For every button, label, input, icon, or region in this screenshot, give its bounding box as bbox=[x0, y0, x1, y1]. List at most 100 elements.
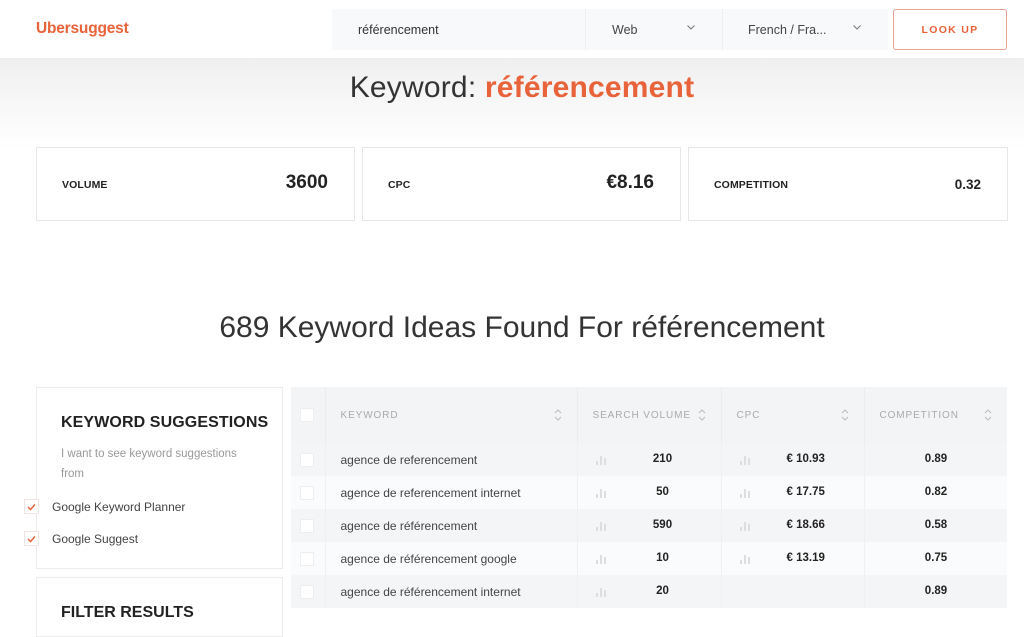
sort-icon[interactable] bbox=[554, 408, 562, 422]
competition-cell: 0.89 bbox=[864, 575, 1007, 608]
cpc-label: CPC bbox=[388, 179, 411, 191]
sort-icon[interactable] bbox=[984, 408, 992, 422]
keyword-ideas-table: KEYWORD SEARCH VOLUME CPC COMPETITION ag… bbox=[291, 387, 1007, 608]
option-label: Google Suggest bbox=[52, 531, 139, 546]
cpc-cell: € 17.75 bbox=[721, 476, 865, 509]
volume-cell: 50 bbox=[577, 476, 722, 509]
check-icon bbox=[27, 503, 36, 511]
cpc-cell bbox=[721, 575, 865, 608]
competition-value: 0.82 bbox=[924, 486, 948, 498]
competition-cell: 0.82 bbox=[864, 476, 1007, 509]
table-row: agence de référencement internet 20 0.89 bbox=[291, 575, 1007, 608]
competition-cell: 0.75 bbox=[864, 542, 1007, 575]
cpc-cell: € 18.66 bbox=[721, 509, 865, 542]
competition-cell: 0.89 bbox=[864, 443, 1007, 476]
cpc-value: € 13.19 bbox=[786, 552, 825, 564]
competition-card: COMPETITION 0.32 bbox=[688, 147, 1008, 221]
row-select-cell bbox=[291, 476, 326, 509]
table-header-row: KEYWORD SEARCH VOLUME CPC COMPETITION bbox=[291, 387, 1007, 443]
language-select[interactable]: French / Fra... bbox=[722, 9, 888, 50]
bar-chart-icon[interactable] bbox=[739, 487, 751, 498]
keyword-cell[interactable]: agence de référencement bbox=[325, 509, 578, 542]
chevron-down-icon bbox=[853, 25, 861, 30]
competition-value: 0.89 bbox=[924, 585, 948, 597]
column-header-label: CPC bbox=[736, 409, 761, 421]
check-icon bbox=[27, 535, 36, 543]
volume-value: 20 bbox=[656, 585, 669, 597]
keyword-cell[interactable]: agence de référencement google bbox=[325, 542, 578, 575]
logo[interactable]: Ubersuggest bbox=[36, 20, 129, 38]
volume-value: 3600 bbox=[285, 172, 328, 193]
row-checkbox[interactable] bbox=[300, 551, 314, 566]
source-select-value: Web bbox=[612, 22, 638, 37]
column-header-label: KEYWORD bbox=[340, 409, 399, 421]
competition-value: 0.32 bbox=[954, 177, 981, 192]
keyword-cell[interactable]: agence de referencement bbox=[325, 443, 578, 476]
bar-chart-icon[interactable] bbox=[739, 520, 751, 531]
volume-value: 50 bbox=[656, 486, 669, 498]
page-title: Keyword: référencement bbox=[0, 71, 1024, 105]
cpc-cell: € 10.93 bbox=[721, 443, 865, 476]
bar-chart-icon[interactable] bbox=[739, 454, 751, 465]
keyword-search-input[interactable] bbox=[332, 9, 585, 50]
cpc-card: CPC €8.16 bbox=[362, 147, 681, 221]
select-all-cell bbox=[291, 387, 326, 443]
cpc-value: € 10.93 bbox=[786, 453, 825, 465]
filter-results-title: FILTER RESULTS bbox=[61, 604, 194, 621]
volume-value: 210 bbox=[652, 453, 673, 465]
sort-icon[interactable] bbox=[698, 408, 706, 422]
competition-value: 0.89 bbox=[924, 453, 948, 465]
volume-cell: 10 bbox=[577, 542, 722, 575]
table-row: agence de referencement 210 € 10.93 0.89 bbox=[291, 443, 1007, 476]
volume-cell: 590 bbox=[577, 509, 722, 542]
volume-value: 590 bbox=[652, 519, 673, 531]
title-prefix: Keyword: bbox=[349, 71, 485, 104]
bar-chart-icon[interactable] bbox=[739, 553, 751, 564]
look-up-button[interactable]: LOOK UP bbox=[893, 9, 1007, 50]
title-keyword: référencement bbox=[484, 71, 695, 104]
keyword-suggestions-title: KEYWORD SUGGESTIONS bbox=[61, 414, 269, 431]
filter-results-panel: FILTER RESULTS bbox=[36, 577, 283, 637]
cpc-value: €8.16 bbox=[606, 172, 654, 193]
volume-label: VOLUME bbox=[62, 179, 108, 191]
keyword-suggestions-description: I want to see keyword suggestions from bbox=[61, 448, 237, 480]
keyword-cell[interactable]: agence de référencement internet bbox=[325, 575, 578, 608]
language-select-value: French / Fra... bbox=[748, 22, 827, 37]
competition-value: 0.75 bbox=[924, 552, 948, 564]
row-checkbox[interactable] bbox=[300, 584, 314, 599]
volume-cell: 210 bbox=[577, 443, 722, 476]
table-body: agence de referencement 210 € 10.93 0.89 age… bbox=[291, 443, 1007, 608]
volume-card: VOLUME 3600 bbox=[36, 147, 355, 221]
column-header-keyword[interactable]: KEYWORD bbox=[325, 387, 578, 443]
option-label: Google Keyword Planner bbox=[52, 499, 186, 514]
column-header-label: COMPETITION bbox=[879, 409, 959, 421]
column-header-search-volume[interactable]: SEARCH VOLUME bbox=[577, 387, 722, 443]
checkbox[interactable] bbox=[24, 499, 39, 514]
row-checkbox[interactable] bbox=[300, 485, 314, 500]
row-select-cell bbox=[291, 509, 326, 542]
sort-icon[interactable] bbox=[841, 408, 849, 422]
option-google-suggest[interactable]: Google Suggest bbox=[24, 531, 138, 546]
table-row: agence de référencement 590 € 18.66 0.58 bbox=[291, 509, 1007, 542]
table-row: agence de referencement internet 50 € 17.7… bbox=[291, 476, 1007, 509]
chevron-down-icon bbox=[687, 25, 695, 30]
row-select-cell bbox=[291, 443, 326, 476]
column-header-competition[interactable]: COMPETITION bbox=[864, 387, 1007, 443]
competition-cell: 0.58 bbox=[864, 509, 1007, 542]
volume-cell: 20 bbox=[577, 575, 722, 608]
column-header-cpc[interactable]: CPC bbox=[721, 387, 865, 443]
row-checkbox[interactable] bbox=[300, 452, 314, 467]
cpc-value: € 18.66 bbox=[786, 519, 825, 531]
competition-value: 0.58 bbox=[924, 519, 948, 531]
keyword-cell[interactable]: agence de referencement internet bbox=[325, 476, 578, 509]
source-select[interactable]: Web bbox=[585, 9, 722, 50]
row-select-cell bbox=[291, 542, 326, 575]
row-checkbox[interactable] bbox=[300, 518, 314, 533]
row-select-cell bbox=[291, 575, 326, 608]
keyword-ideas-heading: 689 Keyword Ideas Found For référencemen… bbox=[219, 311, 825, 344]
checkbox[interactable] bbox=[24, 531, 39, 546]
cpc-cell: € 13.19 bbox=[721, 542, 865, 575]
select-all-checkbox[interactable] bbox=[300, 408, 314, 422]
competition-label: COMPETITION bbox=[714, 179, 789, 191]
option-google-keyword-planner[interactable]: Google Keyword Planner bbox=[24, 499, 185, 514]
